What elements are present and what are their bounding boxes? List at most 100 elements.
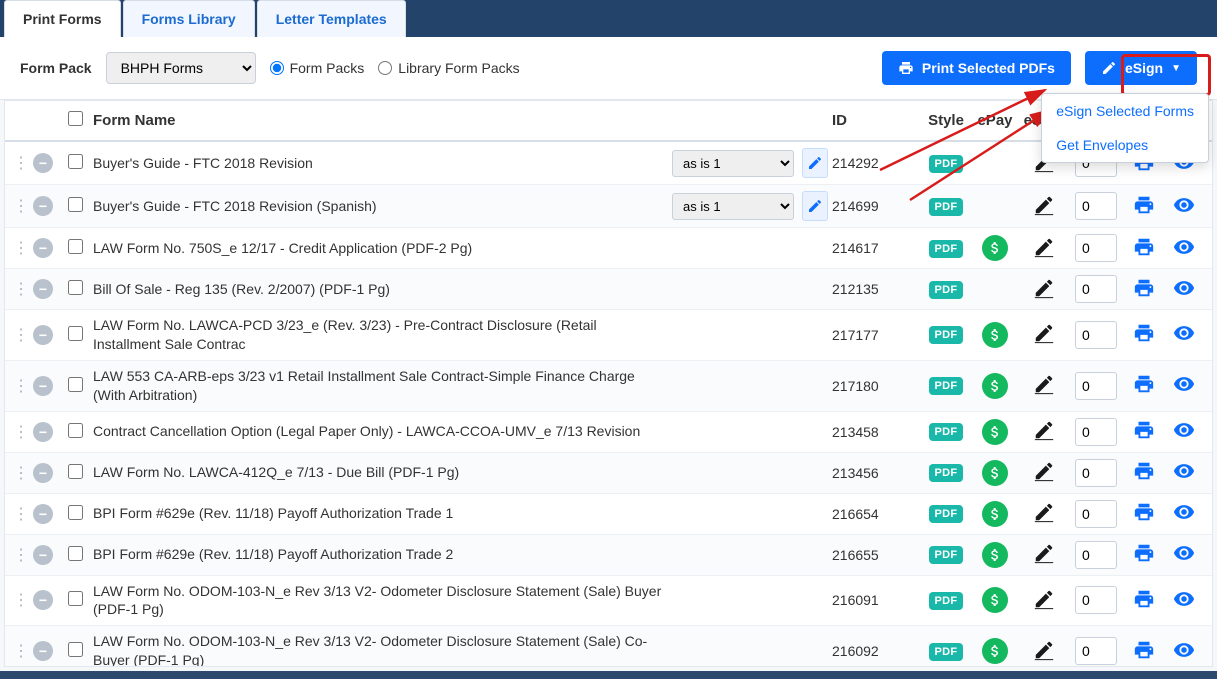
print-row-icon[interactable] bbox=[1133, 382, 1155, 398]
print-row-icon[interactable] bbox=[1133, 428, 1155, 444]
copies-input[interactable] bbox=[1075, 637, 1117, 665]
print-row-icon[interactable] bbox=[1133, 286, 1155, 302]
drag-handle-icon[interactable]: ⋮ bbox=[13, 378, 29, 395]
copies-input[interactable] bbox=[1075, 586, 1117, 614]
copies-input[interactable] bbox=[1075, 275, 1117, 303]
epay-icon[interactable] bbox=[982, 419, 1008, 445]
dropdown-esign-selected[interactable]: eSign Selected Forms bbox=[1042, 94, 1208, 128]
header-epay[interactable]: ePay bbox=[970, 112, 1020, 129]
row-checkbox[interactable] bbox=[68, 591, 83, 606]
remove-button[interactable]: − bbox=[33, 641, 53, 661]
esign-icon[interactable] bbox=[1033, 203, 1055, 219]
esign-icon[interactable] bbox=[1033, 648, 1055, 664]
print-row-icon[interactable] bbox=[1133, 510, 1155, 526]
view-row-icon[interactable] bbox=[1173, 382, 1195, 398]
header-id[interactable]: ID bbox=[832, 112, 922, 129]
esign-button[interactable]: eSign ▼ bbox=[1085, 51, 1197, 85]
epay-icon[interactable] bbox=[982, 638, 1008, 664]
print-row-icon[interactable] bbox=[1133, 551, 1155, 567]
copies-input[interactable] bbox=[1075, 192, 1117, 220]
print-row-icon[interactable] bbox=[1133, 597, 1155, 613]
esign-icon[interactable] bbox=[1033, 510, 1055, 526]
drag-handle-icon[interactable]: ⋮ bbox=[13, 198, 29, 215]
print-selected-button[interactable]: Print Selected PDFs bbox=[882, 51, 1071, 85]
drag-handle-icon[interactable]: ⋮ bbox=[13, 643, 29, 660]
view-row-icon[interactable] bbox=[1173, 203, 1195, 219]
copies-input[interactable] bbox=[1075, 459, 1117, 487]
radio-library-form-packs[interactable]: Library Form Packs bbox=[378, 60, 519, 76]
remove-button[interactable]: − bbox=[33, 238, 53, 258]
remove-button[interactable]: − bbox=[33, 422, 53, 442]
drag-handle-icon[interactable]: ⋮ bbox=[13, 465, 29, 482]
view-row-icon[interactable] bbox=[1173, 648, 1195, 664]
row-checkbox[interactable] bbox=[68, 423, 83, 438]
print-row-icon[interactable] bbox=[1133, 648, 1155, 664]
row-checkbox[interactable] bbox=[68, 239, 83, 254]
as-is-select[interactable]: as is 1 bbox=[672, 150, 794, 177]
epay-icon[interactable] bbox=[982, 501, 1008, 527]
print-row-icon[interactable] bbox=[1133, 469, 1155, 485]
epay-icon[interactable] bbox=[982, 373, 1008, 399]
view-row-icon[interactable] bbox=[1173, 551, 1195, 567]
as-is-select[interactable]: as is 1 bbox=[672, 193, 794, 220]
print-row-icon[interactable] bbox=[1133, 203, 1155, 219]
esign-icon[interactable] bbox=[1033, 286, 1055, 302]
row-checkbox[interactable] bbox=[68, 326, 83, 341]
copies-input[interactable] bbox=[1075, 372, 1117, 400]
row-checkbox[interactable] bbox=[68, 546, 83, 561]
copies-input[interactable] bbox=[1075, 321, 1117, 349]
view-row-icon[interactable] bbox=[1173, 428, 1195, 444]
edit-icon[interactable] bbox=[802, 191, 828, 221]
epay-icon[interactable] bbox=[982, 322, 1008, 348]
remove-button[interactable]: − bbox=[33, 590, 53, 610]
remove-button[interactable]: − bbox=[33, 325, 53, 345]
copies-input[interactable] bbox=[1075, 500, 1117, 528]
esign-icon[interactable] bbox=[1033, 597, 1055, 613]
row-checkbox[interactable] bbox=[68, 154, 83, 169]
row-checkbox[interactable] bbox=[68, 197, 83, 212]
dropdown-get-envelopes[interactable]: Get Envelopes bbox=[1042, 128, 1208, 162]
radio-form-packs[interactable]: Form Packs bbox=[270, 60, 365, 76]
print-row-icon[interactable] bbox=[1133, 331, 1155, 347]
epay-icon[interactable] bbox=[982, 542, 1008, 568]
esign-icon[interactable] bbox=[1033, 382, 1055, 398]
copies-input[interactable] bbox=[1075, 418, 1117, 446]
tab-print-forms[interactable]: Print Forms bbox=[4, 0, 121, 37]
esign-icon[interactable] bbox=[1033, 469, 1055, 485]
epay-icon[interactable] bbox=[982, 460, 1008, 486]
tab-letter-templates[interactable]: Letter Templates bbox=[257, 0, 406, 37]
print-row-icon[interactable] bbox=[1133, 245, 1155, 261]
esign-icon[interactable] bbox=[1033, 331, 1055, 347]
remove-button[interactable]: − bbox=[33, 504, 53, 524]
drag-handle-icon[interactable]: ⋮ bbox=[13, 506, 29, 523]
esign-icon[interactable] bbox=[1033, 245, 1055, 261]
drag-handle-icon[interactable]: ⋮ bbox=[13, 327, 29, 344]
esign-icon[interactable] bbox=[1033, 551, 1055, 567]
row-checkbox[interactable] bbox=[68, 505, 83, 520]
view-row-icon[interactable] bbox=[1173, 469, 1195, 485]
header-style[interactable]: Style bbox=[922, 112, 970, 129]
esign-icon[interactable] bbox=[1033, 428, 1055, 444]
remove-button[interactable]: − bbox=[33, 153, 53, 173]
view-row-icon[interactable] bbox=[1173, 245, 1195, 261]
header-form-name[interactable]: Form Name bbox=[87, 112, 672, 129]
edit-icon[interactable] bbox=[802, 148, 828, 178]
remove-button[interactable]: − bbox=[33, 196, 53, 216]
drag-handle-icon[interactable]: ⋮ bbox=[13, 155, 29, 172]
drag-handle-icon[interactable]: ⋮ bbox=[13, 547, 29, 564]
view-row-icon[interactable] bbox=[1173, 510, 1195, 526]
view-row-icon[interactable] bbox=[1173, 597, 1195, 613]
epay-icon[interactable] bbox=[982, 235, 1008, 261]
copies-input[interactable] bbox=[1075, 541, 1117, 569]
view-row-icon[interactable] bbox=[1173, 331, 1195, 347]
row-checkbox[interactable] bbox=[68, 377, 83, 392]
remove-button[interactable]: − bbox=[33, 463, 53, 483]
copies-input[interactable] bbox=[1075, 234, 1117, 262]
select-all-checkbox[interactable] bbox=[68, 111, 83, 126]
remove-button[interactable]: − bbox=[33, 545, 53, 565]
drag-handle-icon[interactable]: ⋮ bbox=[13, 240, 29, 257]
row-checkbox[interactable] bbox=[68, 280, 83, 295]
form-pack-select[interactable]: BHPH Forms bbox=[106, 52, 256, 84]
remove-button[interactable]: − bbox=[33, 376, 53, 396]
drag-handle-icon[interactable]: ⋮ bbox=[13, 592, 29, 609]
